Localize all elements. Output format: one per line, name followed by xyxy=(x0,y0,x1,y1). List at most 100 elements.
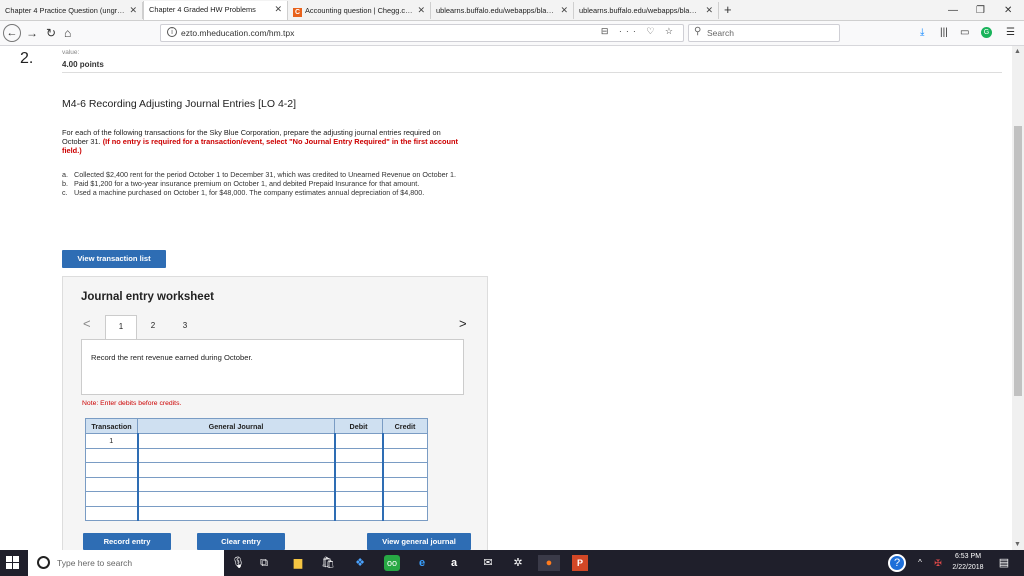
clear-entry-button[interactable]: Clear entry xyxy=(197,533,285,550)
credit-input[interactable] xyxy=(381,505,428,521)
debit-input[interactable] xyxy=(333,505,383,521)
tab-ublearns-1[interactable]: ublearns.buffalo.edu/webapps/bla… ✕ xyxy=(431,2,574,19)
table-row xyxy=(85,505,428,521)
account-select[interactable] xyxy=(136,505,335,521)
account-select[interactable] xyxy=(136,447,335,463)
list-item: b. Paid $1,200 for a two-year insurance … xyxy=(62,179,462,188)
store-icon[interactable]: 🛍 xyxy=(320,555,336,571)
page-scrollbar[interactable]: ▲ ▼ xyxy=(1012,46,1024,550)
close-icon[interactable]: ✕ xyxy=(274,1,282,18)
tab-chegg[interactable]: C Accounting question | Chegg.c… ✕ xyxy=(288,2,431,19)
grammarly-icon[interactable]: G xyxy=(981,27,992,38)
clock-date[interactable]: 2/22/2018 xyxy=(948,564,988,571)
tray-chevron-icon[interactable]: ^ xyxy=(912,555,928,571)
window-close-icon[interactable]: ✕ xyxy=(1004,2,1012,19)
close-icon[interactable]: ✕ xyxy=(705,2,713,19)
page-tab-3[interactable]: 3 xyxy=(169,315,201,339)
credit-input[interactable] xyxy=(381,476,428,492)
transaction-cell xyxy=(85,447,138,463)
powerpoint-icon[interactable]: P xyxy=(572,555,588,571)
notifications-icon[interactable]: ▤ xyxy=(996,555,1012,571)
debit-input[interactable] xyxy=(333,476,383,492)
worksheet-prompt: Record the rent revenue earned during Oc… xyxy=(91,353,253,362)
scroll-thumb[interactable] xyxy=(1014,126,1022,396)
new-tab-icon[interactable]: + xyxy=(724,1,732,19)
account-select[interactable] xyxy=(136,462,335,478)
item-text: Paid $1,200 for a two-year insurance pre… xyxy=(74,179,420,189)
reload-icon[interactable]: ↻ xyxy=(46,25,56,41)
network-icon[interactable]: ✠ xyxy=(930,555,946,571)
worksheet-title: Journal entry worksheet xyxy=(81,291,214,303)
credit-input[interactable] xyxy=(381,491,428,507)
question-number: 2. xyxy=(20,50,34,67)
info-icon[interactable]: i xyxy=(167,27,177,37)
clock-time[interactable]: 6:53 PM xyxy=(948,553,988,560)
debit-input[interactable] xyxy=(333,491,383,507)
home-icon[interactable]: ⌂ xyxy=(64,25,71,41)
credit-input[interactable] xyxy=(381,433,428,449)
close-icon[interactable]: ✕ xyxy=(417,2,425,19)
mail-icon[interactable]: ✉ xyxy=(480,555,496,571)
tripadvisor-icon[interactable]: oo xyxy=(384,555,400,571)
view-general-journal-button[interactable]: View general journal xyxy=(367,533,471,550)
minimize-icon[interactable]: — xyxy=(948,2,958,19)
file-explorer-icon[interactable]: ▆ xyxy=(290,555,306,571)
microphone-icon[interactable]: 🎙 xyxy=(230,555,246,571)
instructions: For each of the following transactions f… xyxy=(62,128,462,155)
task-view-icon[interactable]: ⧉ xyxy=(256,555,272,571)
firefox-icon[interactable]: ● xyxy=(538,555,560,571)
tab-ublearns-2[interactable]: ublearns.buffalo.edu/webapps/bla… ✕ xyxy=(574,2,719,19)
url-bar[interactable]: i ezto.mheducation.com/hm.tpx ⊟ ··· ♡ ☆ xyxy=(160,24,684,42)
debit-input[interactable] xyxy=(333,447,383,463)
back-icon[interactable]: ← xyxy=(3,24,21,42)
windows-start-icon[interactable] xyxy=(6,556,20,570)
record-entry-button[interactable]: Record entry xyxy=(83,533,171,550)
debit-input[interactable] xyxy=(333,462,383,478)
question-points: 4.00 points xyxy=(62,60,104,69)
tab-graded-hw[interactable]: Chapter 4 Graded HW Problems ✕ xyxy=(143,1,288,20)
item-letter: c. xyxy=(62,188,68,198)
restore-icon[interactable]: ❐ xyxy=(976,2,985,19)
list-item: a. Collected $2,400 rent for the period … xyxy=(62,170,462,179)
account-select[interactable] xyxy=(136,491,335,507)
table-row xyxy=(85,491,428,507)
close-icon[interactable]: ✕ xyxy=(129,2,137,19)
edge-icon[interactable]: e xyxy=(414,555,430,571)
taskbar-search-input[interactable]: Type here to search xyxy=(28,550,224,576)
amazon-icon[interactable]: a xyxy=(446,555,462,571)
scroll-down-icon[interactable]: ▼ xyxy=(1014,541,1021,548)
sidebar-icon[interactable]: ▭ xyxy=(960,26,969,40)
search-input[interactable]: ⚲ Search xyxy=(688,24,840,42)
close-icon[interactable]: ✕ xyxy=(560,2,568,19)
tab-title: Chapter 4 Graded HW Problems xyxy=(149,5,256,14)
url-actions-icons[interactable]: ⊟ ··· ♡ ☆ xyxy=(601,26,677,37)
help-icon[interactable]: ? xyxy=(888,554,906,572)
instruction-warning: (If no entry is required for a transacti… xyxy=(62,137,458,155)
transaction-cell xyxy=(85,491,138,507)
item-text: Collected $2,400 rent for the period Oct… xyxy=(74,170,456,179)
download-icon[interactable]: ⤓ xyxy=(920,26,924,40)
tab-practice-question[interactable]: Chapter 4 Practice Question (ungr… ✕ xyxy=(0,2,143,19)
prev-page-icon[interactable]: < xyxy=(83,316,91,331)
account-select[interactable] xyxy=(136,433,335,449)
page-tab-2[interactable]: 2 xyxy=(137,315,169,339)
scroll-up-icon[interactable]: ▲ xyxy=(1014,48,1021,55)
menu-icon[interactable]: ☰ xyxy=(1006,26,1015,40)
next-page-icon[interactable]: > xyxy=(459,316,467,331)
settings-icon[interactable]: ✲ xyxy=(510,555,526,571)
transaction-cell xyxy=(85,505,138,521)
page-tab-1[interactable]: 1 xyxy=(105,315,137,339)
windows-taskbar: Type here to search 🎙 ⧉ ▆ 🛍 ❖ oo e a ✉ ✲… xyxy=(0,550,1024,576)
credit-input[interactable] xyxy=(381,447,428,463)
library-icon[interactable]: ||| xyxy=(940,26,948,40)
account-select[interactable] xyxy=(136,476,335,492)
dropbox-icon[interactable]: ❖ xyxy=(352,555,368,571)
view-transaction-list-button[interactable]: View transaction list xyxy=(62,250,166,268)
credit-input[interactable] xyxy=(381,462,428,478)
transaction-cell xyxy=(85,476,138,492)
debit-input[interactable] xyxy=(333,433,383,449)
forward-icon[interactable]: → xyxy=(26,25,38,41)
tab-title: Chapter 4 Practice Question (ungr… xyxy=(5,6,125,15)
transaction-list: a. Collected $2,400 rent for the period … xyxy=(62,170,462,198)
page-content: 2. value: 4.00 points M4-6 Recording Adj… xyxy=(0,46,1012,550)
